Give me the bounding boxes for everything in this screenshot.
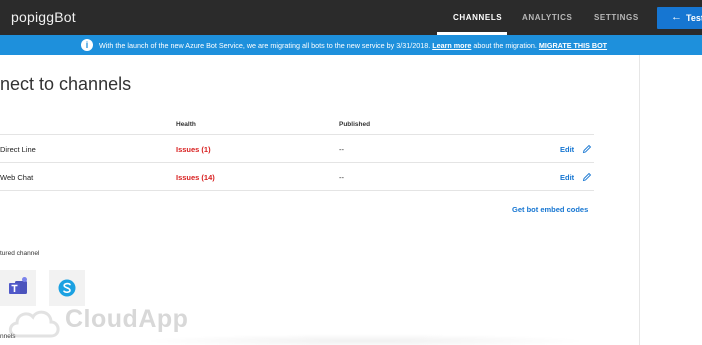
skype-channel-tile[interactable] [49,270,85,306]
app-title: popiggBot [11,9,76,25]
health-issues-direct-line[interactable]: Issues (1) [176,145,211,154]
migration-banner: i With the launch of the new Azure Bot S… [0,35,702,55]
skype-icon [58,279,76,297]
column-header-published: Published [339,121,371,128]
top-nav-bar: popiggBot CHANNELS ANALYTICS SETTINGS ← … [0,0,702,35]
edit-link-direct-line[interactable]: Edit [560,145,574,154]
tab-channels[interactable]: CHANNELS [453,13,502,22]
channel-name-web-chat[interactable]: Web Chat [0,173,33,182]
channel-name-direct-line[interactable]: Direct Line [0,145,36,154]
health-issues-web-chat[interactable]: Issues (14) [176,173,215,182]
arrow-left-icon: ← [671,11,682,23]
watermark-logo-text: CloudApp [65,305,189,333]
test-button-label: Test [686,13,702,23]
test-button[interactable]: ← Test [657,7,702,29]
table-divider [0,190,594,191]
banner-text: With the launch of the new Azure Bot Ser… [99,41,431,50]
channels-panel [0,55,640,345]
published-web-chat: -- [339,173,344,182]
bottom-shadow [140,334,590,345]
more-channels-label: nnels [0,333,16,340]
learn-more-link[interactable]: Learn more [432,41,471,50]
teams-channel-tile[interactable] [0,270,36,306]
column-header-health: Health [176,121,196,128]
tab-analytics[interactable]: ANALYTICS [522,13,572,22]
pencil-icon[interactable] [582,172,592,182]
pencil-icon[interactable] [582,144,592,154]
teams-icon [9,277,27,294]
page-title: nect to channels [0,74,132,94]
table-divider [0,162,594,163]
table-divider [0,134,594,135]
migrate-bot-link[interactable]: MIGRATE THIS BOT [539,41,607,50]
edit-link-web-chat[interactable]: Edit [560,173,574,182]
featured-channel-label: tured channel [0,250,40,257]
get-bot-embed-codes-link[interactable]: Get bot embed codes [512,205,588,214]
published-direct-line: -- [339,145,344,154]
banner-message: With the launch of the new Azure Bot Ser… [99,41,607,50]
banner-text-after: about the migration. [473,41,537,50]
info-icon: i [81,39,93,51]
tab-settings[interactable]: SETTINGS [594,13,639,22]
